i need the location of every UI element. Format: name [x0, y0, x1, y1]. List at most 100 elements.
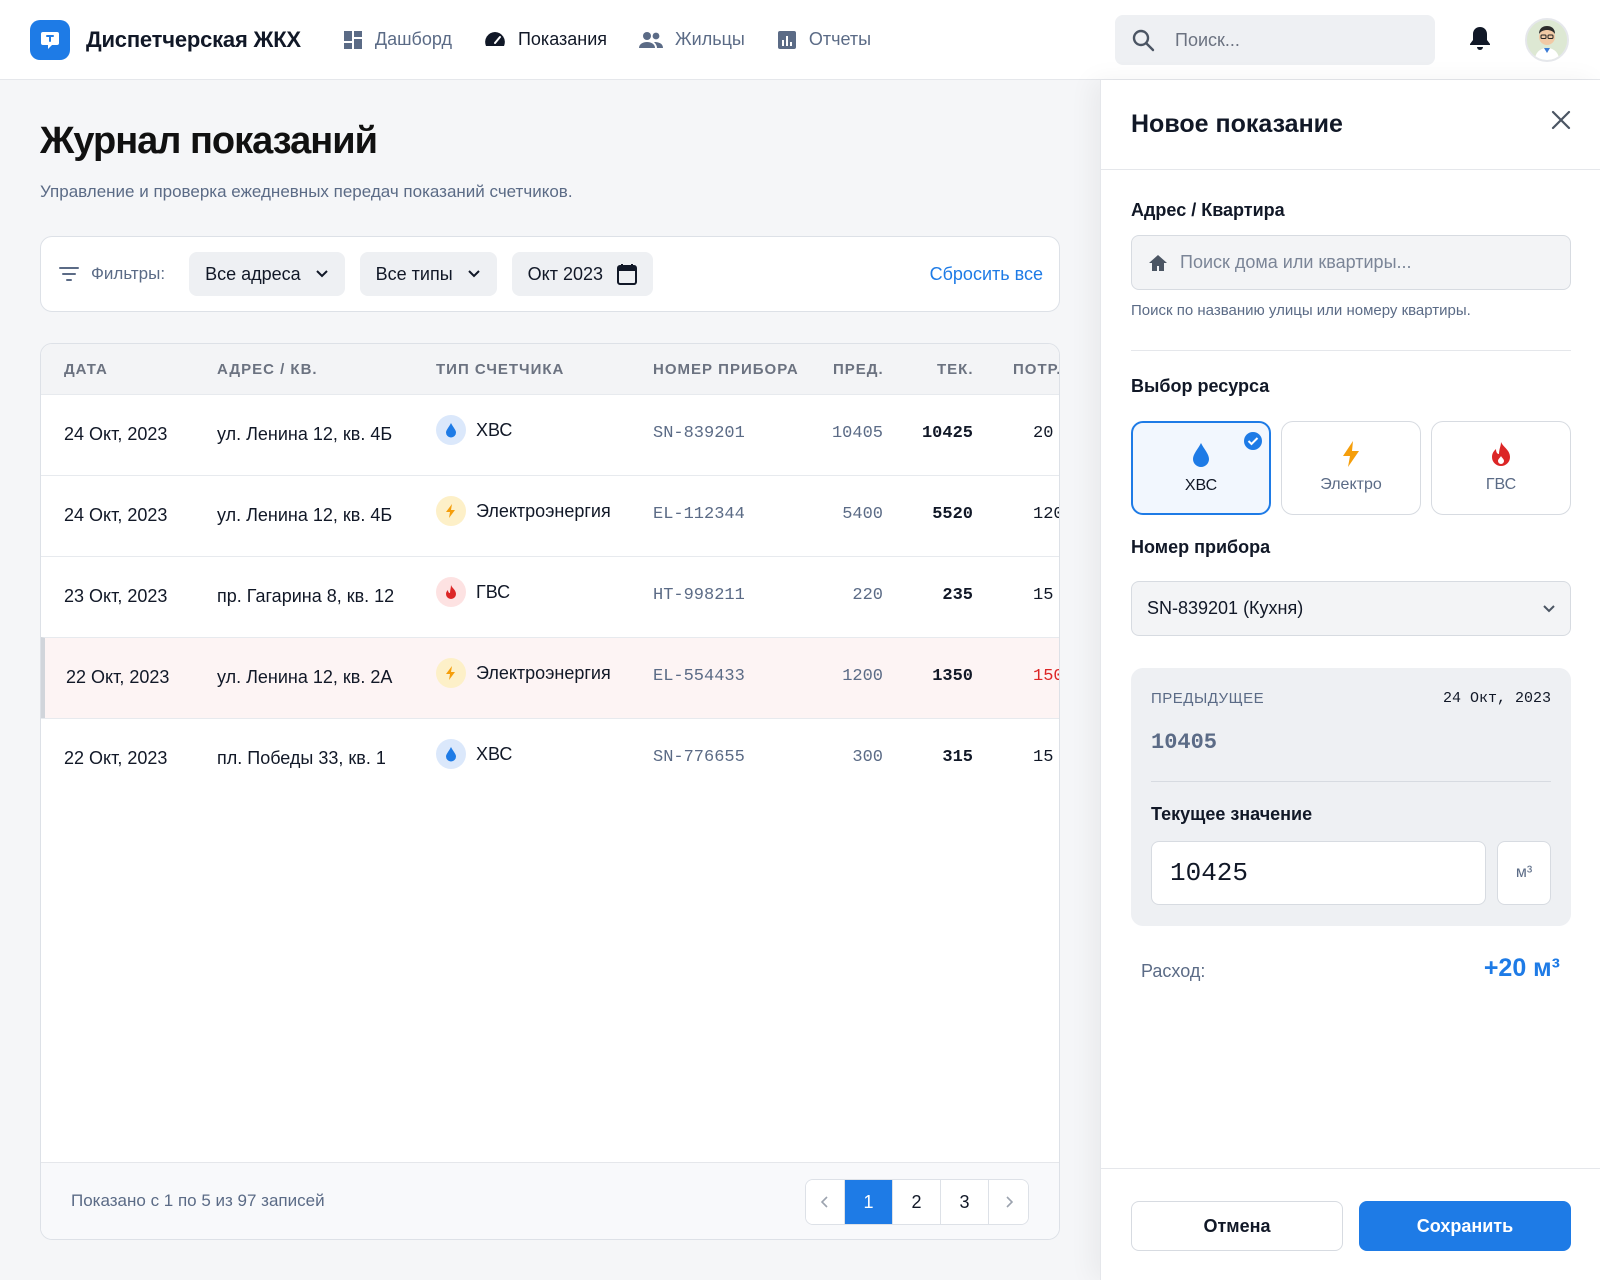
column-header-cur[interactable]: ТЕК. — [937, 361, 974, 378]
consumption-label: Расход: — [1141, 961, 1206, 981]
current-value-input[interactable] — [1170, 858, 1470, 888]
divider — [1131, 350, 1571, 351]
address-field-label: Адрес / Квартира — [1131, 200, 1285, 220]
cell-type: Электроэнергия — [436, 496, 611, 526]
table-row[interactable]: 24 Окт, 2023 ул. Ленина 12, кв. 4Б ХВС S… — [41, 394, 1059, 475]
lightning-icon — [1343, 441, 1359, 467]
app-logo-icon — [30, 19, 70, 60]
new-reading-panel: Новое показание Адрес / Квартира Поиск п… — [1100, 80, 1600, 1280]
nav-item-dashboard[interactable]: Дашборд — [343, 29, 452, 50]
address-search-field — [1131, 235, 1571, 290]
cell-address: ул. Ленина 12, кв. 4Б — [217, 505, 393, 525]
notifications-bell-icon[interactable] — [1468, 26, 1492, 57]
table-row[interactable]: 24 Окт, 2023 ул. Ленина 12, кв. 4Б Элект… — [41, 475, 1059, 556]
cell-prev: 220 — [852, 586, 883, 605]
chevron-down-icon — [467, 270, 480, 278]
resource-option-hot-water[interactable]: ГВС — [1431, 421, 1571, 515]
search-input[interactable] — [1175, 29, 1395, 51]
nav-label: Отчеты — [808, 29, 872, 49]
next-page-button[interactable] — [989, 1180, 1028, 1224]
table-header: ДАТА АДРЕС / КВ. ТИП СЧЕТЧИКА НОМЕР ПРИБ… — [41, 344, 1059, 394]
table-row[interactable]: 22 Окт, 2023 пл. Победы 33, кв. 1 ХВС SN… — [41, 718, 1059, 799]
cell-address: ул. Ленина 12, кв. 4Б — [217, 424, 393, 444]
water-drop-icon — [436, 415, 466, 445]
cell-cur: 235 — [942, 586, 973, 605]
panel-footer: Отмена Сохранить — [1101, 1168, 1600, 1280]
resource-option-cold-water[interactable]: ХВС — [1131, 421, 1271, 515]
people-icon — [639, 31, 664, 48]
current-value-label: Текущее значение — [1151, 804, 1313, 824]
cell-serial: SN-839201 — [653, 424, 745, 443]
page-button-2[interactable]: 2 — [893, 1180, 941, 1224]
nav-item-readings[interactable]: Показания — [484, 29, 607, 50]
search-icon — [1132, 29, 1155, 52]
page-title: Журнал показаний — [40, 120, 378, 162]
column-header-serial[interactable]: НОМЕР ПРИБОРА — [653, 361, 799, 378]
type-filter-value: Все типы — [375, 263, 453, 284]
column-header-date[interactable]: ДАТА — [64, 361, 108, 378]
top-bar: Диспетчерская ЖКХ Дашборд Показания Жиль… — [0, 0, 1600, 80]
previous-reading-value: 10405 — [1151, 730, 1218, 755]
address-search-input[interactable] — [1180, 252, 1560, 273]
device-select[interactable]: SN-839201 (Кухня) — [1131, 581, 1571, 636]
table-footer: Показано с 1 по 5 из 97 записей 1 2 3 — [41, 1162, 1059, 1239]
reading-box: ПРЕДЫДУЩЕЕ 24 Окт, 2023 10405 Текущее зн… — [1131, 668, 1571, 926]
cell-date: 22 Окт, 2023 — [64, 748, 168, 768]
chevron-left-icon — [821, 1196, 828, 1208]
cell-prev: 1200 — [842, 667, 883, 686]
main-nav: Дашборд Показания Жильцы Отчеты — [343, 29, 903, 50]
cell-date: 24 Окт, 2023 — [64, 424, 168, 444]
nav-item-reports[interactable]: Отчеты — [777, 29, 871, 50]
cell-address: пр. Гагарина 8, кв. 12 — [217, 586, 395, 606]
resource-option-electric[interactable]: Электро — [1281, 421, 1421, 515]
cell-type: ГВС — [436, 577, 510, 607]
chevron-down-icon — [1543, 604, 1555, 612]
prev-page-button[interactable] — [806, 1180, 845, 1224]
brand[interactable]: Диспетчерская ЖКХ — [30, 19, 301, 60]
close-icon[interactable] — [1551, 110, 1571, 135]
cell-serial: HT-998211 — [653, 586, 745, 605]
column-header-prev[interactable]: ПРЕД. — [833, 361, 884, 378]
calendar-icon — [617, 264, 638, 285]
resource-field-label: Выбор ресурса — [1131, 376, 1270, 396]
page-subtitle: Управление и проверка ежедневных передач… — [40, 182, 573, 201]
device-select-value: SN-839201 (Кухня) — [1147, 598, 1304, 618]
user-avatar[interactable] — [1525, 18, 1569, 62]
cancel-button[interactable]: Отмена — [1131, 1201, 1343, 1251]
reset-filters-link[interactable]: Сбросить все — [930, 264, 1043, 285]
cell-consumption-alert: 150 — [1033, 667, 1059, 686]
readings-table: ДАТА АДРЕС / КВ. ТИП СЧЕТЧИКА НОМЕР ПРИБ… — [40, 343, 1060, 1240]
filter-bar: Фильтры: Все адреса Все типы Окт 2023 Сб… — [40, 236, 1060, 312]
type-label: ХВС — [476, 743, 513, 764]
cell-cur: 315 — [942, 748, 973, 767]
panel-title: Новое показание — [1131, 110, 1343, 138]
search-box — [1115, 15, 1435, 65]
page-button-1[interactable]: 1 — [845, 1180, 893, 1224]
nav-item-residents[interactable]: Жильцы — [639, 29, 745, 50]
column-header-consumption[interactable]: ПОТР. — [1013, 361, 1059, 378]
table-row[interactable]: 23 Окт, 2023 пр. Гагарина 8, кв. 12 ГВС … — [41, 556, 1059, 637]
page-button-3[interactable]: 3 — [941, 1180, 989, 1224]
period-filter-picker[interactable]: Окт 2023 — [511, 252, 654, 296]
pagination: 1 2 3 — [805, 1179, 1029, 1225]
records-info: Показано с 1 по 5 из 97 записей — [71, 1191, 325, 1210]
type-label: ХВС — [476, 419, 513, 440]
speedometer-icon — [485, 31, 505, 46]
cell-cur: 10425 — [921, 424, 973, 443]
cell-date: 23 Окт, 2023 — [64, 586, 168, 606]
column-header-address[interactable]: АДРЕС / КВ. — [217, 361, 318, 378]
divider — [1151, 781, 1551, 782]
previous-reading-date: 24 Окт, 2023 — [1442, 690, 1551, 707]
chevron-right-icon — [1005, 1196, 1013, 1208]
type-filter-dropdown[interactable]: Все типы — [359, 252, 497, 296]
check-circle-icon — [1244, 432, 1262, 450]
address-filter-dropdown[interactable]: Все адреса — [189, 252, 345, 296]
filter-icon — [59, 267, 79, 281]
cell-address: пл. Победы 33, кв. 1 — [217, 748, 386, 768]
lightning-icon — [436, 658, 466, 688]
column-header-type[interactable]: ТИП СЧЕТЧИКА — [436, 361, 564, 378]
save-button[interactable]: Сохранить — [1359, 1201, 1571, 1251]
type-label: ГВС — [476, 581, 511, 602]
table-row-highlighted[interactable]: 22 Окт, 2023 ул. Ленина 12, кв. 2А Элект… — [41, 637, 1059, 718]
filters-label-text: Фильтры: — [91, 264, 166, 283]
